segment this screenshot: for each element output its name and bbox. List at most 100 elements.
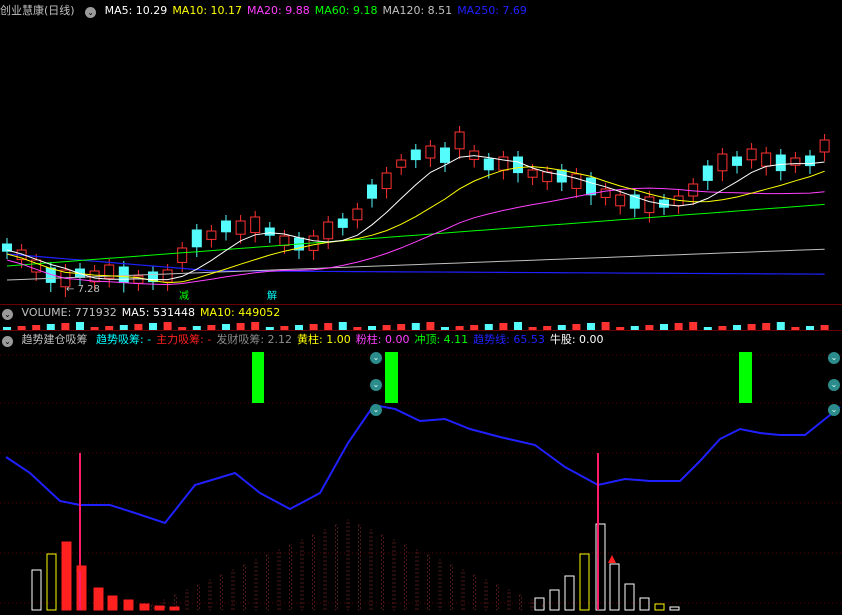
- volume-bar: [324, 323, 333, 330]
- indicator-histogram-bar: [93, 587, 104, 611]
- indicator-dashed-bar: [208, 579, 212, 611]
- indicator-legend-item-0: 趋势吸筹: -: [96, 333, 152, 346]
- volume-bar: [411, 323, 420, 330]
- indicator-up-arrow: [608, 555, 616, 563]
- indicator-histogram-bar: [549, 589, 560, 611]
- indicator-histogram-bar: [123, 599, 134, 611]
- volume-bar: [601, 322, 610, 330]
- ma-legend-item-4: MA120: 8.51: [382, 4, 453, 17]
- candle-body: [206, 230, 217, 240]
- volume-bar: [163, 322, 172, 330]
- left-chevron-icon-2[interactable]: ⌄: [370, 379, 382, 391]
- indicator-dashed-bar: [346, 519, 350, 611]
- low-price-arrow-icon: ←: [66, 284, 75, 295]
- low-price-value: 7.28: [77, 284, 100, 295]
- indicator-dashed-bar: [151, 604, 154, 611]
- volume-bar: [514, 322, 522, 330]
- candle-body: [702, 165, 713, 181]
- candle-body: [221, 220, 231, 233]
- indicator-dashed-bar: [277, 549, 281, 611]
- volume-bars: [3, 322, 829, 330]
- volume-bar: [762, 323, 771, 330]
- candle-body: [586, 177, 596, 196]
- indicator-dashed-bar: [358, 524, 361, 611]
- security-title: 创业慧康(日线): [0, 4, 75, 17]
- indicator-dashed-bar: [312, 534, 315, 611]
- indicator-histogram-bar: [76, 565, 87, 611]
- candle-body: [542, 171, 553, 183]
- signal-bar: [739, 352, 752, 403]
- candle-body: [454, 131, 465, 150]
- candle-body: [323, 221, 334, 240]
- volume-bar: [776, 322, 785, 330]
- ma-legend-item-0: MA5: 10.29: [104, 4, 168, 17]
- indicator-dashed-bar: [300, 539, 304, 611]
- candlestick-chart[interactable]: [0, 18, 842, 305]
- indicator-histogram-bar: [654, 603, 665, 611]
- signal-badge-unlock[interactable]: 解: [265, 291, 279, 303]
- indicator-dashed-bar: [461, 569, 465, 611]
- price-panel-header: 创业慧康(日线) ⌄ MA5: 10.29 MA10: 10.17 MA20: 9.…: [0, 3, 842, 19]
- panel-separator: [0, 330, 842, 331]
- scroll-down-chevron-icon[interactable]: ⌄: [828, 404, 840, 416]
- volume-legend-item-2: MA10: 449052: [199, 306, 281, 319]
- indicator-legend-item-7: 牛股: 0.00: [549, 333, 604, 346]
- candle-body: [250, 216, 261, 234]
- volume-panel-header: ⌄ VOLUME: 771932 MA5: 531448 MA10: 449052: [0, 305, 842, 321]
- volume-legend: VOLUME: 771932 MA5: 531448 MA10: 449052: [22, 306, 286, 319]
- candle-body: [717, 153, 728, 172]
- candle-body: [264, 227, 275, 236]
- indicator-menu-icon[interactable]: ⌄: [2, 336, 13, 347]
- candle-body: [279, 235, 290, 247]
- indicator-legend-item-2: 发财吸筹: 2.12: [216, 333, 293, 346]
- indicator-legend-item-3: 黄柱: 1.00: [297, 333, 351, 346]
- indicator-histogram-bar: [564, 575, 575, 611]
- candle-body: [425, 145, 436, 159]
- indicator-dashed-bar: [427, 554, 430, 611]
- ma10-line: [6, 166, 825, 284]
- low-price-label: ← 7.28: [66, 284, 100, 295]
- indicator-dashed-bar: [392, 539, 396, 611]
- indicator-dashed-bar: [335, 524, 338, 611]
- indicator-dashed-bar: [507, 589, 511, 611]
- indicator-dashed-bar: [185, 589, 189, 611]
- trend-line: [5, 403, 841, 525]
- indicator-histogram-bar: [639, 597, 650, 611]
- candle-body: [337, 218, 348, 228]
- indicator-histogram-bar: [107, 595, 118, 611]
- indicator-dashed-bar: [473, 574, 476, 611]
- panel-menu-icon[interactable]: ⌄: [85, 7, 97, 18]
- left-chevron-icon-3[interactable]: ⌄: [370, 404, 382, 416]
- volume-bar: [338, 322, 347, 330]
- ma5-line: [6, 155, 825, 281]
- candle-body: [571, 173, 582, 189]
- indicator-dashed-bar: [415, 549, 419, 611]
- indicator-dashed-bar: [404, 544, 407, 611]
- scroll-mid-chevron-icon[interactable]: ⌄: [828, 379, 840, 391]
- volume-bar: [674, 323, 683, 330]
- volume-bar: [499, 323, 508, 330]
- indicator-legend: 趋势吸筹: - 主力吸筹: - 发财吸筹: 2.12 黄柱: 1.00 粉柱: 0.00…: [96, 333, 609, 346]
- candle-body: [644, 196, 655, 214]
- indicator-legend-item-6: 趋势线: 65.53: [473, 333, 545, 346]
- candle-body: [440, 147, 450, 163]
- indicator-legend-item-5: 冲顶: 4.11: [414, 333, 469, 346]
- candle-body: [483, 158, 494, 171]
- volume-menu-icon[interactable]: ⌄: [2, 309, 13, 320]
- ma-legend-item-2: MA20: 9.88: [247, 4, 310, 17]
- volume-legend-item-1: MA5: 531448: [121, 306, 195, 319]
- indicator-histogram-bar: [169, 606, 180, 611]
- indicator-histogram-bar: [624, 583, 635, 611]
- left-chevron-icon-1[interactable]: ⌄: [370, 352, 382, 364]
- ma-legend-item-1: MA10: 10.17: [172, 4, 243, 17]
- signal-badge-reduce[interactable]: 减: [177, 291, 191, 303]
- indicator-histogram-bar: [139, 603, 150, 611]
- candle-body: [805, 155, 815, 167]
- scroll-up-chevron-icon[interactable]: ⌄: [828, 352, 840, 364]
- indicator-dashed-bar: [231, 569, 235, 611]
- indicator-chart[interactable]: [0, 349, 842, 615]
- ma-legend-item-5: MA250: 7.69: [457, 4, 527, 17]
- volume-bar: [61, 323, 70, 330]
- indicator-dashed-bar: [220, 574, 223, 611]
- candle-body: [381, 172, 392, 190]
